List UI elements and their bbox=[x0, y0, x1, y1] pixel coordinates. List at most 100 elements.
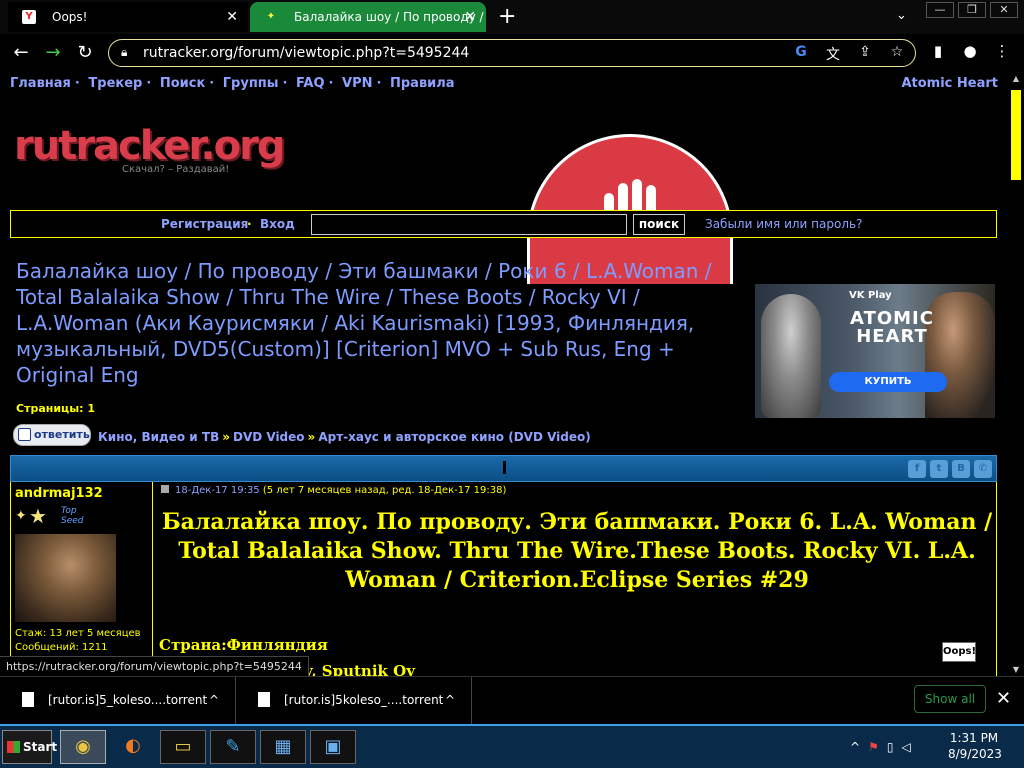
share-icon[interactable]: ⇪ bbox=[855, 44, 875, 64]
nav-link-tracker[interactable]: Трекер bbox=[88, 76, 142, 91]
login-bar: Регистрация · Вход поиск Забыли имя или … bbox=[10, 210, 997, 238]
nav-link-rules[interactable]: Правила bbox=[390, 76, 455, 91]
download-filename: [rutor.is]5koleso_....torrent bbox=[284, 693, 444, 707]
nav-link-groups[interactable]: Группы bbox=[223, 76, 279, 91]
register-link[interactable]: Регистрация bbox=[161, 217, 248, 231]
chevron-up-icon[interactable]: ^ bbox=[209, 677, 219, 723]
nav-link-atomic-heart[interactable]: Atomic Heart bbox=[901, 76, 998, 91]
close-window-button[interactable]: ✕ bbox=[990, 2, 1018, 18]
ad-buy-button[interactable]: КУПИТЬ bbox=[829, 372, 947, 392]
post-title: Балалайка шоу. По проводу. Эти башмаки. … bbox=[161, 509, 993, 593]
site-logo[interactable]: rutracker.org Скачал? – Раздавай! bbox=[14, 123, 285, 175]
phone-share-icon[interactable]: ✆ bbox=[974, 460, 992, 478]
computer-taskbar-icon[interactable]: ▣ bbox=[310, 730, 356, 764]
rutracker-favicon-icon: ✦ bbox=[266, 11, 276, 22]
scrollbar-thumb[interactable] bbox=[1011, 90, 1021, 180]
search-input[interactable] bbox=[311, 214, 627, 235]
atomic-heart-ad-banner[interactable]: VK Play ATOMIC HEART КУПИТЬ bbox=[755, 284, 995, 418]
firefox-taskbar-icon[interactable]: ◐ bbox=[110, 730, 156, 764]
folder-taskbar-icon[interactable]: ▭ bbox=[160, 730, 206, 764]
scroll-up-icon[interactable]: ▲ bbox=[1008, 74, 1024, 83]
post-date[interactable]: 18-Дек-17 19:35 bbox=[175, 485, 260, 496]
chevron-up-icon[interactable]: ^ bbox=[445, 677, 455, 723]
minimize-button[interactable]: — bbox=[926, 2, 954, 18]
chrome-taskbar-icon[interactable]: ◉ bbox=[60, 730, 106, 764]
lock-icon[interactable]: 🔒︎ bbox=[121, 45, 127, 60]
file-icon bbox=[258, 692, 270, 707]
author-messages: Сообщений: 1211 bbox=[15, 642, 108, 653]
tray-expand-icon[interactable]: ^ bbox=[850, 740, 860, 754]
twitter-share-icon[interactable]: t bbox=[930, 460, 948, 478]
header-marker bbox=[503, 461, 506, 474]
forgot-password-link[interactable]: Забыли имя или пароль? bbox=[705, 217, 862, 231]
reload-icon[interactable]: ↻ bbox=[72, 40, 98, 66]
forward-arrow-icon[interactable]: → bbox=[40, 40, 66, 66]
breadcrumb-item[interactable]: Арт-хаус и авторское кино (DVD Video) bbox=[318, 430, 590, 444]
translate-icon[interactable]: 文 bbox=[823, 44, 843, 64]
signin-link[interactable]: Вход bbox=[260, 217, 295, 231]
side-panel-icon[interactable]: ▮ bbox=[928, 42, 948, 60]
author-name[interactable]: andrmaj132 bbox=[15, 486, 103, 501]
reply-button[interactable]: ответить bbox=[13, 424, 91, 446]
page-scrollbar[interactable]: ▲ ▼ bbox=[1008, 72, 1024, 676]
profile-avatar-icon[interactable]: ● bbox=[960, 42, 980, 60]
address-bar-row: ← → ↻ 🔒︎ rutracker.org/forum/viewtopic.p… bbox=[0, 34, 1024, 72]
status-bar-url: https://rutracker.org/forum/viewtopic.ph… bbox=[0, 656, 309, 676]
tab-title: Oops! bbox=[52, 10, 88, 24]
close-download-shelf-icon[interactable]: ✕ bbox=[996, 685, 1011, 713]
download-item[interactable]: [rutor.is]5_koleso....torrent ^ bbox=[0, 677, 236, 725]
power-icon[interactable]: ▯ bbox=[887, 740, 894, 754]
download-filename: [rutor.is]5_koleso....torrent bbox=[48, 693, 208, 707]
avatar bbox=[15, 534, 116, 622]
search-button[interactable]: поиск bbox=[633, 214, 685, 235]
file-icon bbox=[22, 692, 34, 707]
post-author-column: andrmaj132 ✦ ★ Top Seed Стаж: 13 лет 5 м… bbox=[11, 482, 153, 676]
download-item[interactable]: [rutor.is]5koleso_....torrent ^ bbox=[236, 677, 472, 725]
clock-time: 1:31 PM bbox=[949, 731, 999, 745]
start-button[interactable]: Start bbox=[2, 730, 57, 764]
topic-title[interactable]: Балалайка шоу / По проводу / Эти башмаки… bbox=[16, 258, 746, 388]
nav-link-home[interactable]: Главная bbox=[10, 76, 71, 91]
tab-search-dropdown-icon[interactable]: ⌄ bbox=[896, 8, 907, 23]
nav-link-vpn[interactable]: VPN bbox=[342, 76, 372, 91]
network-icon[interactable]: ⚑ bbox=[868, 740, 879, 754]
breadcrumb-item[interactable]: Кино, Видео и ТВ bbox=[98, 430, 219, 444]
google-icon[interactable]: G bbox=[791, 44, 811, 64]
ad-title: ATOMIC HEART bbox=[850, 308, 934, 347]
taskbar-clock[interactable]: 1:31 PM 8/9/2023 bbox=[948, 730, 1002, 762]
tab-title: Балалайка шоу / По проводу / Эти bbox=[294, 10, 486, 24]
post-body: andrmaj132 ✦ ★ Top Seed Стаж: 13 лет 5 м… bbox=[10, 482, 997, 676]
menu-kebab-icon[interactable]: ⋮ bbox=[992, 42, 1012, 60]
windows-taskbar: Start ◉ ◐ ▭ ✎ ▦ ▣ ^ ⚑ ▯ ◁ 1:31 PM 8/9/20… bbox=[0, 724, 1024, 768]
nav-link-search[interactable]: Поиск bbox=[160, 76, 205, 91]
restore-button[interactable]: ❐ bbox=[958, 2, 986, 18]
browser-tab-strip: Y Oops! ✕ ✦ Балалайка шоу / По проводу /… bbox=[0, 0, 1024, 34]
scroll-down-icon[interactable]: ▼ bbox=[1008, 665, 1024, 674]
show-all-downloads-button[interactable]: Show all bbox=[914, 685, 986, 713]
volume-icon[interactable]: ◁ bbox=[901, 740, 910, 754]
tab-close-icon[interactable]: ✕ bbox=[226, 2, 238, 32]
breadcrumb-item[interactable]: DVD Video bbox=[233, 430, 305, 444]
bookmark-star-icon[interactable]: ☆ bbox=[887, 44, 907, 64]
url-text[interactable]: rutracker.org/forum/viewtopic.php?t=5495… bbox=[143, 40, 469, 66]
star-icon: ★ bbox=[29, 504, 47, 528]
back-arrow-icon[interactable]: ← bbox=[8, 40, 34, 66]
facebook-share-icon[interactable]: f bbox=[908, 460, 926, 478]
tab-close-icon[interactable]: ✕ bbox=[464, 2, 476, 32]
nav-link-faq[interactable]: FAQ bbox=[296, 76, 325, 91]
ad-vk-play-logo: VK Play bbox=[849, 290, 892, 301]
browser-tab-rutracker[interactable]: ✦ Балалайка шоу / По проводу / Эти ✕ bbox=[250, 2, 486, 32]
top-seed-text: Top Seed bbox=[61, 506, 84, 526]
omnibox[interactable]: 🔒︎ rutracker.org/forum/viewtopic.php?t=5… bbox=[108, 39, 916, 67]
control-panel-taskbar-icon[interactable]: ▦ bbox=[260, 730, 306, 764]
page-viewport: Главная · Трекер · Поиск · Группы · FAQ · VPN… bbox=[0, 72, 1008, 676]
post-date-note: (5 лет 7 месяцев назад, ред. 18-Дек-17 1… bbox=[262, 485, 507, 496]
new-tab-button[interactable]: + bbox=[498, 4, 516, 30]
browser-tab-oops[interactable]: Y Oops! ✕ bbox=[8, 2, 248, 32]
vk-share-icon[interactable]: B bbox=[952, 460, 970, 478]
breadcrumb: Кино, Видео и ТВ» DVD Video» Арт-хаус и ав… bbox=[98, 430, 591, 444]
logo-text: rutracker.org bbox=[14, 123, 285, 169]
download-shelf: [rutor.is]5_koleso....torrent ^ [rutor.i… bbox=[0, 676, 1024, 725]
oops-badge[interactable]: Oops! bbox=[942, 642, 976, 662]
messenger-taskbar-icon[interactable]: ✎ bbox=[210, 730, 256, 764]
